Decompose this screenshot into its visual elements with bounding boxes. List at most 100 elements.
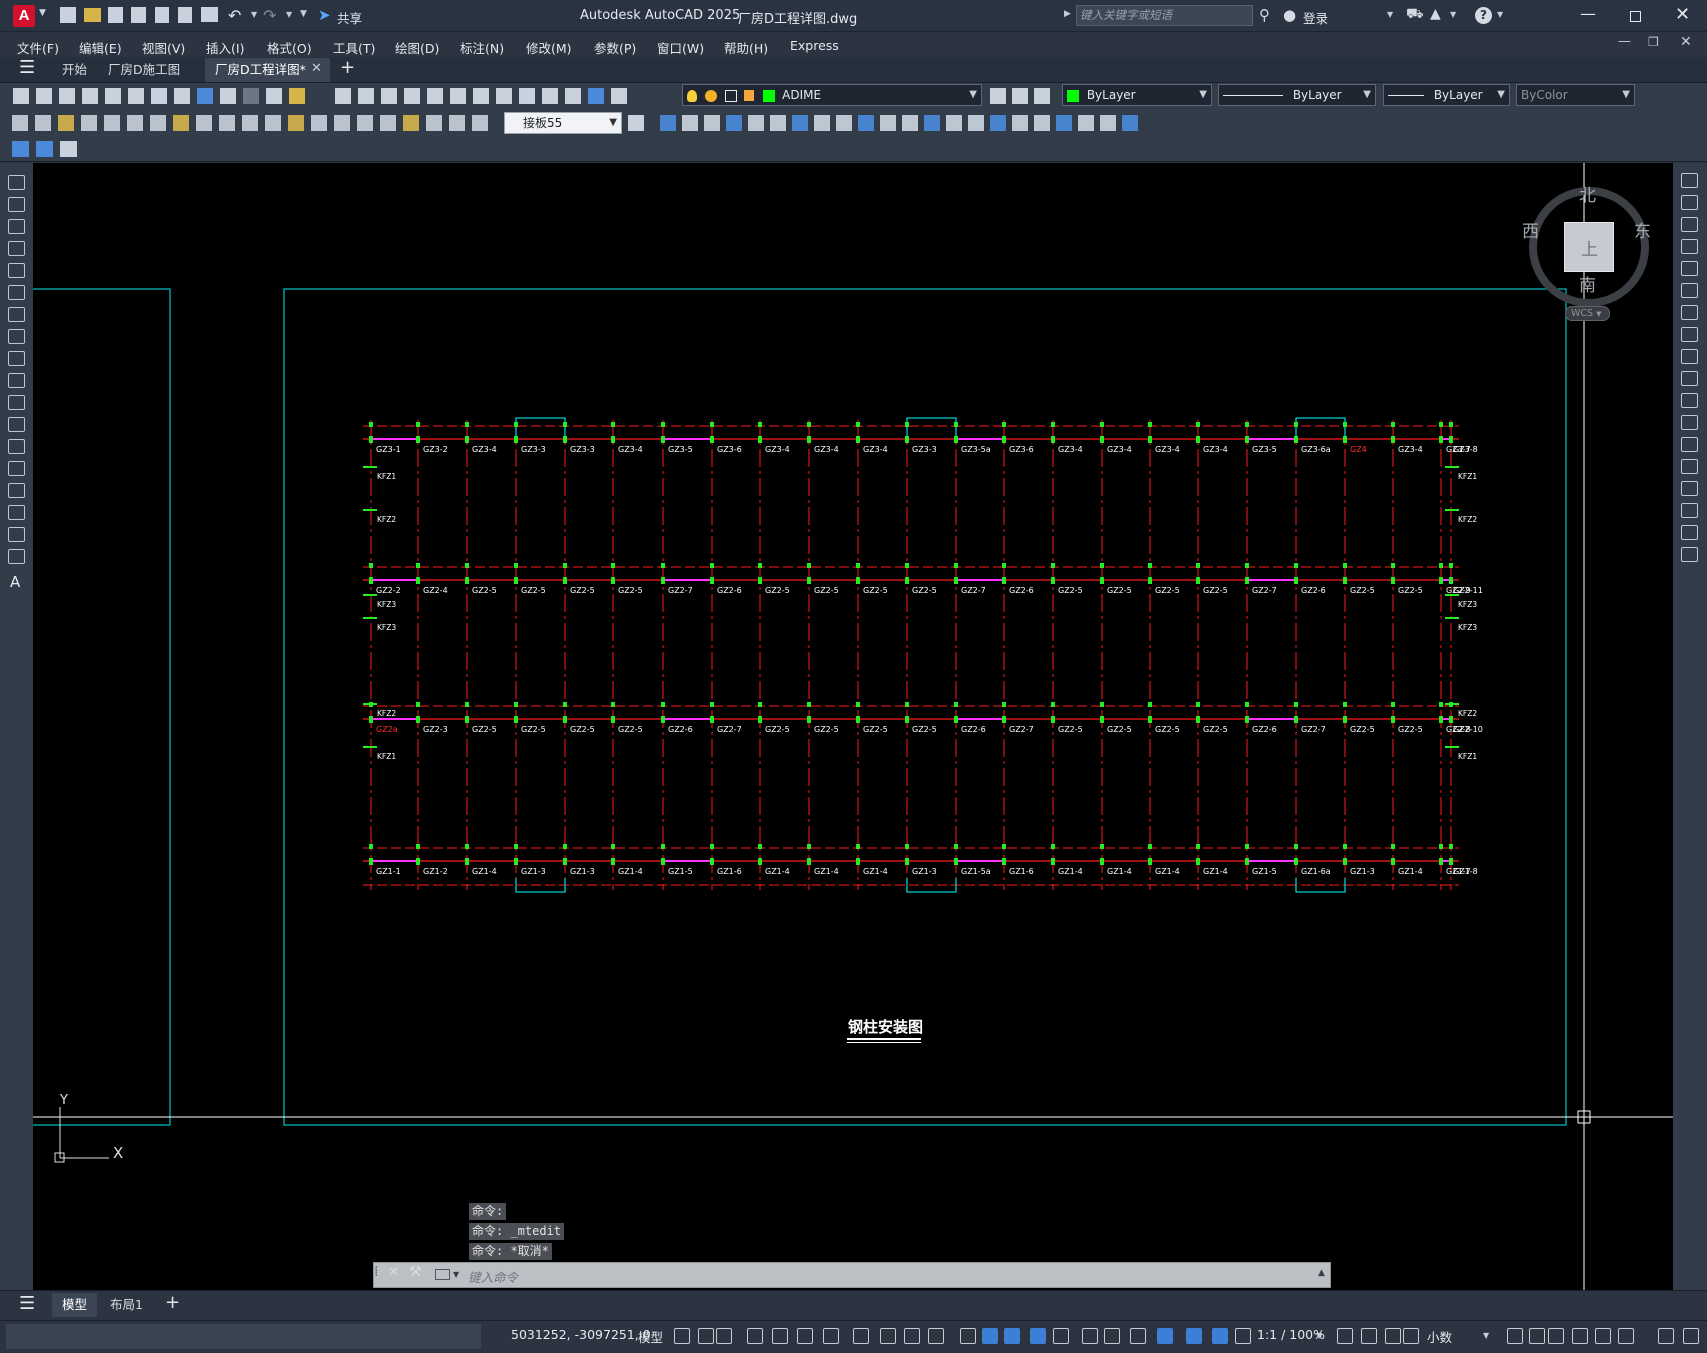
annotation-scale-dropdown-icon[interactable]: ▼: [1316, 1331, 1322, 1340]
dimension-tool-icon[interactable]: [58, 115, 74, 131]
draw-tool-icon[interactable]: [8, 439, 25, 454]
status-toggle-icon[interactable]: [1683, 1328, 1699, 1344]
command-prompt-icon[interactable]: [435, 1269, 450, 1280]
status-toggle-icon[interactable]: [1403, 1328, 1419, 1344]
plotstyle-dropdown[interactable]: ByColor ▼: [1516, 84, 1635, 106]
modify-tool-icon[interactable]: [682, 115, 698, 131]
dimension-tool-icon[interactable]: [380, 115, 396, 131]
undo-icon[interactable]: ↶: [228, 6, 241, 25]
status-toggle-icon[interactable]: [1337, 1328, 1353, 1344]
toolbar-button-icon[interactable]: [36, 88, 52, 104]
modify-palette-icon[interactable]: [1681, 525, 1698, 540]
help-icon[interactable]: ?: [1475, 7, 1492, 24]
modify-tool-icon[interactable]: [1056, 115, 1072, 131]
modify-palette-icon[interactable]: [1681, 415, 1698, 430]
status-toggle-icon[interactable]: [1053, 1328, 1069, 1344]
layer-tool-icon[interactable]: [990, 88, 1006, 104]
hamburger-menu-icon[interactable]: ☰: [19, 57, 35, 78]
new-tab-icon[interactable]: +: [340, 57, 355, 78]
draw-tool-icon[interactable]: [8, 483, 25, 498]
status-toggle-icon[interactable]: [797, 1328, 813, 1344]
toolbar-button-icon[interactable]: [128, 88, 144, 104]
toolbar-button-icon[interactable]: [473, 88, 489, 104]
dimension-tool-icon[interactable]: [288, 115, 304, 131]
draw-tool-icon[interactable]: [8, 263, 25, 278]
command-close-icon[interactable]: ✕: [388, 1265, 399, 1280]
modify-palette-icon[interactable]: [1681, 481, 1698, 496]
doc-minimize-icon[interactable]: —: [1618, 34, 1631, 49]
command-customize-icon[interactable]: ⚒: [409, 1264, 422, 1280]
modify-palette-icon[interactable]: [1681, 393, 1698, 408]
menu-insert[interactable]: 插入(I): [206, 38, 244, 57]
extra-tool-icon[interactable]: [60, 141, 77, 157]
minimize-window-icon[interactable]: —: [1580, 4, 1596, 23]
toolbar-button-icon[interactable]: [289, 88, 305, 104]
extra-tool-icon[interactable]: [12, 141, 29, 157]
dimension-tool-icon[interactable]: [449, 115, 465, 131]
status-toggle-icon[interactable]: [716, 1328, 732, 1344]
menu-file[interactable]: 文件(F): [17, 38, 59, 57]
export-icon[interactable]: [178, 7, 192, 23]
toolbar-button-icon[interactable]: [197, 88, 213, 104]
toolbar-button-icon[interactable]: [427, 88, 443, 104]
modify-tool-icon[interactable]: [1034, 115, 1050, 131]
menu-format[interactable]: 格式(O): [267, 38, 312, 57]
search-icon[interactable]: ⚲: [1259, 6, 1270, 24]
dimension-tool-icon[interactable]: [104, 115, 120, 131]
layout-tab-layout1[interactable]: 布局1: [100, 1293, 153, 1317]
drawing-canvas[interactable]: GZ3-1 GZ3-2 GZ3-4 GZ3-3 GZ3-3 GZ3-4 GZ3-5 GZ3-6…: [33, 163, 1673, 1290]
modify-tool-icon[interactable]: [748, 115, 764, 131]
status-toggle-icon[interactable]: [1548, 1328, 1564, 1344]
lineweight-dropdown[interactable]: ByLayer ▼: [1383, 84, 1510, 106]
help-dropdown-icon[interactable]: ▼: [1497, 10, 1503, 19]
toolbar-button-icon[interactable]: [450, 88, 466, 104]
draw-tool-icon[interactable]: [8, 549, 25, 564]
modify-tool-icon[interactable]: [990, 115, 1006, 131]
dimension-tool-icon[interactable]: [403, 115, 419, 131]
toolbar-button-icon[interactable]: [496, 88, 512, 104]
units-dropdown-icon[interactable]: ▼: [1483, 1331, 1489, 1340]
modify-tool-icon[interactable]: [858, 115, 874, 131]
status-toggle-icon[interactable]: [1507, 1328, 1523, 1344]
status-toggle-icon[interactable]: [928, 1328, 944, 1344]
status-toggle-icon[interactable]: [747, 1328, 763, 1344]
dimension-tool-icon[interactable]: [127, 115, 143, 131]
model-space-button[interactable]: 模型: [638, 1327, 663, 1346]
login-dropdown-icon[interactable]: ▼: [1387, 10, 1393, 19]
save-icon[interactable]: [108, 7, 123, 23]
linetype-dropdown[interactable]: ByLayer ▼: [1218, 84, 1376, 106]
toolbar-button-icon[interactable]: [542, 88, 558, 104]
user-icon[interactable]: ●: [1283, 6, 1296, 24]
modify-tool-icon[interactable]: [704, 115, 720, 131]
save-as-icon[interactable]: [131, 7, 146, 23]
menu-express[interactable]: Express: [790, 38, 839, 53]
modify-tool-icon[interactable]: [726, 115, 742, 131]
modify-tool-icon[interactable]: [1122, 115, 1138, 131]
toolbar-button-icon[interactable]: [266, 88, 282, 104]
status-toggle-icon[interactable]: [1529, 1328, 1545, 1344]
menu-window[interactable]: 窗口(W): [657, 38, 704, 57]
dimension-tool-icon[interactable]: [196, 115, 212, 131]
status-toggle-icon[interactable]: [1361, 1328, 1377, 1344]
draw-tool-icon[interactable]: [8, 307, 25, 322]
draw-tool-icon[interactable]: [8, 285, 25, 300]
viewcube-south[interactable]: 南: [1579, 271, 1596, 296]
status-toggle-icon[interactable]: [1030, 1328, 1046, 1344]
command-prompt-dropdown-icon[interactable]: ▼: [453, 1270, 459, 1279]
redo-dropdown-icon[interactable]: ▼: [286, 10, 292, 19]
menu-tools[interactable]: 工具(T): [333, 38, 375, 57]
toolbar-button-icon[interactable]: [82, 88, 98, 104]
status-toggle-icon[interactable]: [772, 1328, 788, 1344]
dimension-tool-icon[interactable]: [472, 115, 488, 131]
draw-tool-icon[interactable]: [8, 417, 25, 432]
viewcube-north[interactable]: 北: [1579, 181, 1596, 206]
dimension-tool-icon[interactable]: [426, 115, 442, 131]
status-toggle-icon[interactable]: [1595, 1328, 1611, 1344]
status-toggle-icon[interactable]: [1235, 1328, 1251, 1344]
modify-tool-icon[interactable]: [880, 115, 896, 131]
layout-menu-icon[interactable]: ☰: [19, 1293, 35, 1314]
autodesk-app-dropdown-icon[interactable]: ▼: [1450, 10, 1456, 19]
help-search-input[interactable]: 键入关键字或短语: [1076, 5, 1253, 26]
draw-tool-icon[interactable]: [8, 241, 25, 256]
share-icon[interactable]: ➤: [318, 6, 331, 24]
